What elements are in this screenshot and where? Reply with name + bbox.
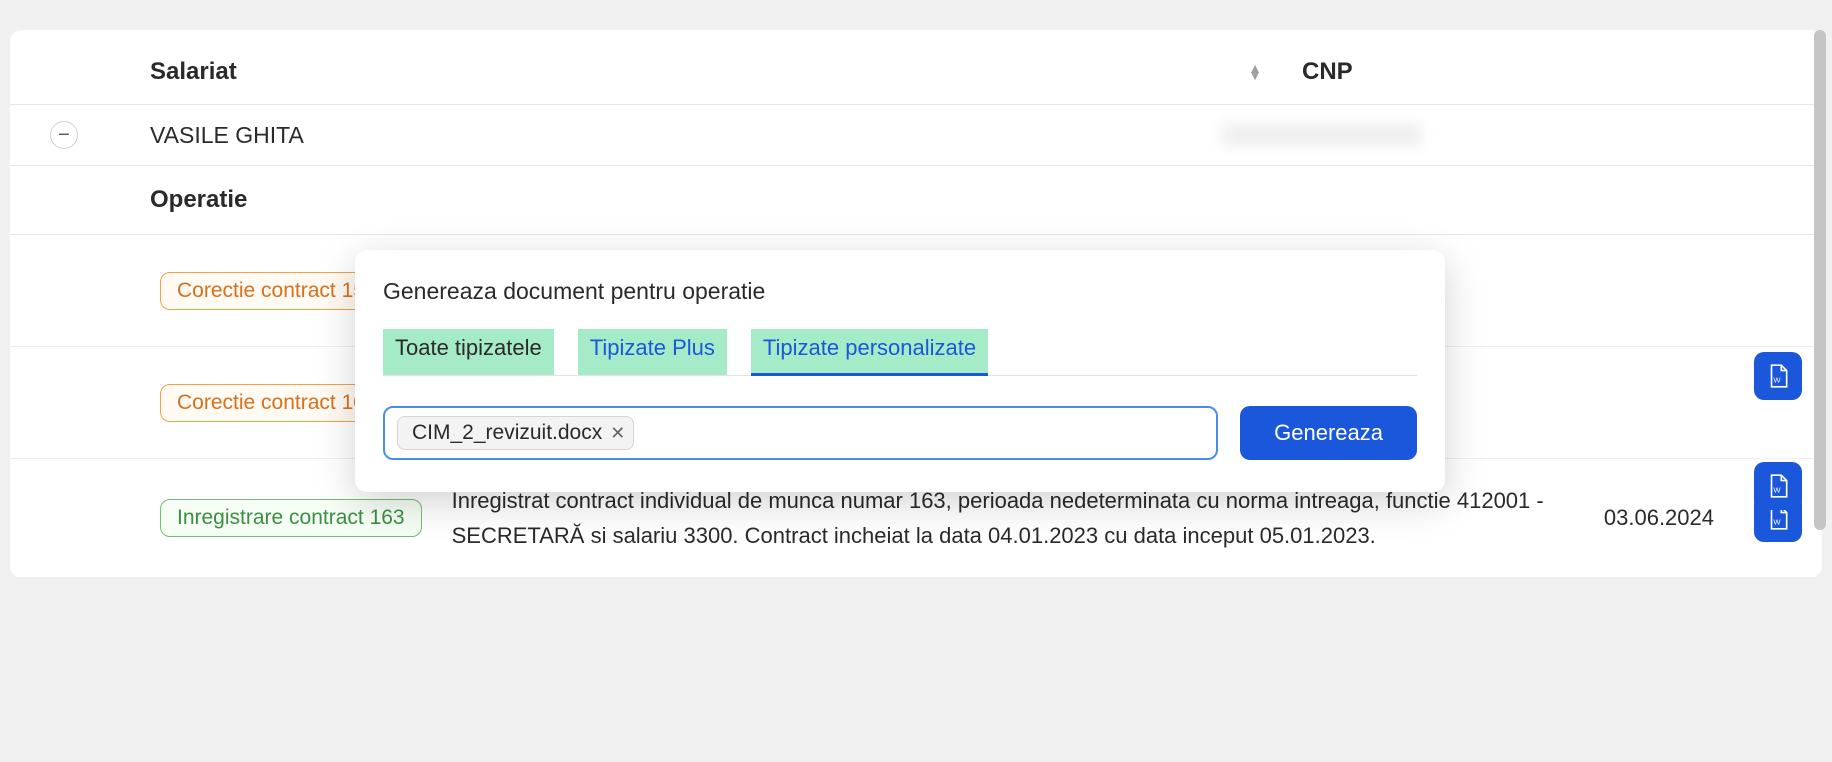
template-select-input[interactable]: CIM_2_revizuit.docx ✕: [383, 406, 1218, 460]
tab-all-templates[interactable]: Toate tipizatele: [383, 329, 554, 375]
remove-template-icon[interactable]: ✕: [610, 423, 625, 444]
sort-icon[interactable]: ▲▼: [1248, 65, 1262, 79]
generate-document-button[interactable]: W: [1754, 352, 1802, 400]
column-header-tools: ▲▼: [1248, 61, 1272, 84]
svg-text:W: W: [1773, 486, 1781, 495]
selected-template-name: CIM_2_revizuit.docx: [412, 421, 602, 445]
employee-row: − VASILE GHITA: [10, 105, 1822, 166]
operations-subheader: Operatie: [10, 166, 1822, 235]
employee-operations-card: Salariat ▲▼ CNP − VASILE GHITA: [10, 30, 1822, 578]
tab-plus-templates[interactable]: Tipizate Plus: [578, 329, 727, 375]
scrollbar-thumb[interactable]: [1814, 30, 1826, 530]
column-header-salariat-label: Salariat: [150, 58, 237, 86]
column-header-cnp[interactable]: CNP: [1302, 58, 1782, 86]
operation-badge[interactable]: Inregistrare contract 163: [160, 499, 422, 537]
svg-text:W: W: [1773, 518, 1781, 527]
generate-document-button[interactable]: W: [1754, 462, 1802, 510]
generate-button[interactable]: Genereaza: [1240, 406, 1417, 460]
employee-name: VASILE GHITA: [150, 122, 1222, 149]
template-tabs: Toate tipizatele Tipizate Plus Tipizate …: [383, 329, 1417, 376]
tab-custom-templates[interactable]: Tipizate personalizate: [751, 329, 988, 375]
table-header: Salariat ▲▼ CNP: [10, 30, 1822, 105]
operation-badge[interactable]: Corectie contract 15: [160, 272, 382, 310]
operation-badge[interactable]: Corectie contract 10: [160, 384, 382, 422]
popover-title: Genereaza document pentru operatie: [383, 278, 1417, 305]
selected-template-chip[interactable]: CIM_2_revizuit.docx ✕: [397, 416, 634, 450]
popover-form: CIM_2_revizuit.docx ✕ Genereaza: [383, 406, 1417, 460]
collapse-toggle[interactable]: −: [50, 121, 78, 149]
operations-subheader-label: Operatie: [150, 186, 247, 214]
operation-date: 03.06.2024: [1604, 505, 1714, 531]
cnp-value-redacted: [1222, 123, 1422, 147]
column-header-cnp-label: CNP: [1302, 58, 1353, 86]
operation-description: Inregistrat contract individual de munca…: [452, 483, 1574, 553]
svg-text:W: W: [1773, 376, 1781, 385]
column-header-salariat[interactable]: Salariat: [150, 58, 1248, 86]
generate-document-popover: Genereaza document pentru operatie Toate…: [355, 250, 1445, 492]
